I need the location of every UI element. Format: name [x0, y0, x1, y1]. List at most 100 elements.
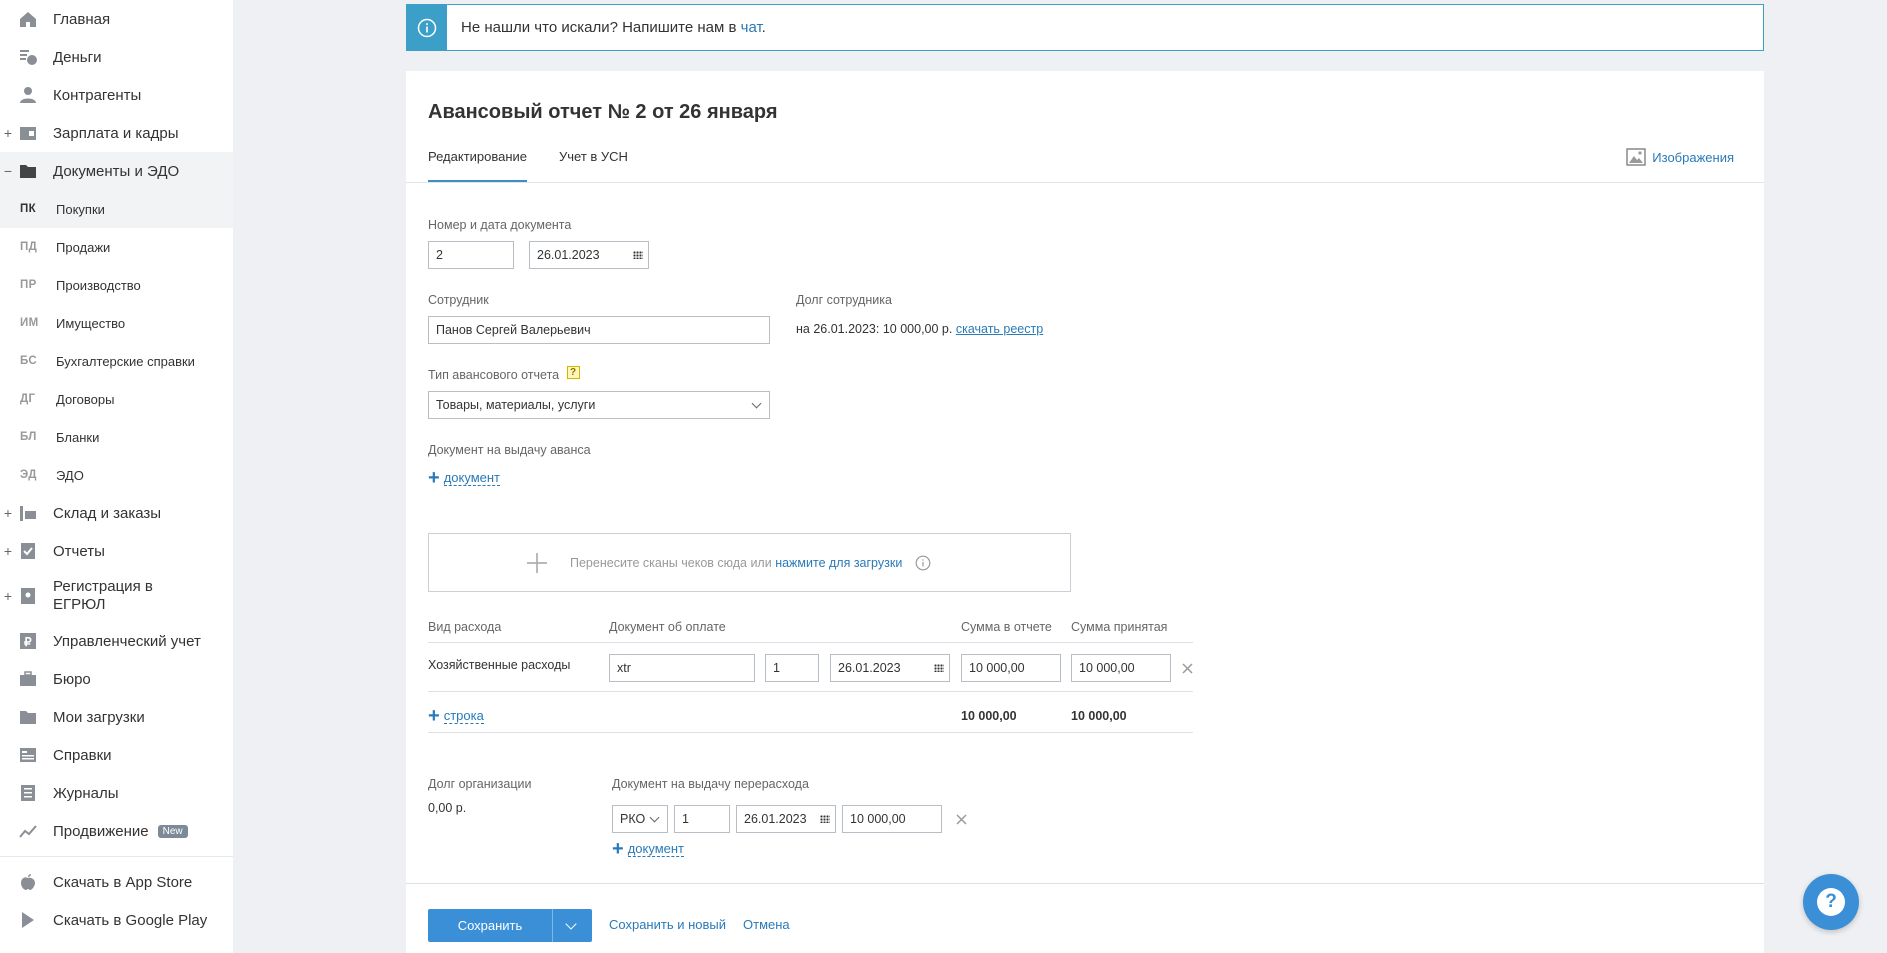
add-row-link[interactable]: + строка	[428, 706, 484, 726]
sidebar-main-top-0[interactable]: Главная	[0, 0, 233, 38]
dropzone-text: Перенесите сканы чеков сюда или нажмите …	[570, 555, 903, 570]
help-button[interactable]: ?	[1803, 874, 1859, 930]
help-icon[interactable]: ?	[566, 366, 580, 379]
sidebar-item-label: Мои загрузки	[53, 708, 145, 726]
sidebar-main-bottom-1[interactable]: + Отчеты	[0, 532, 233, 570]
payment-doc-name-input[interactable]: xtr	[609, 654, 755, 682]
close-icon[interactable]	[1182, 663, 1193, 674]
org-debt-value: 0,00 р.	[428, 801, 467, 815]
tab-editing[interactable]: Редактирование	[428, 149, 528, 183]
tab-usn-accounting[interactable]: Учет в УСН	[559, 149, 628, 183]
sidebar-main-bottom-3[interactable]: ₽ Управленческий учет	[0, 622, 233, 660]
download-registry-link[interactable]: скачать реестр	[956, 322, 1043, 336]
expand-icon[interactable]: +	[3, 505, 13, 521]
sidebar-main-bottom-0[interactable]: + Склад и заказы	[0, 494, 233, 532]
chevron-down-icon[interactable]	[565, 917, 577, 930]
sidebar-main-bottom-8[interactable]: Продвижение New	[0, 812, 233, 850]
document-date-input[interactable]: 26.01.2023	[529, 241, 649, 269]
subitem-label: Бухгалтерские справки	[56, 353, 195, 369]
cancel-button[interactable]: Отмена	[743, 917, 790, 932]
sidebar-item-label: Справки	[53, 746, 112, 764]
sidebar-main-bottom-2[interactable]: + Регистрация в ЕГРЮЛ	[0, 570, 233, 622]
sidebar-subitem-4[interactable]: БС Бухгалтерские справки	[0, 342, 233, 380]
sidebar-main-bottom-7[interactable]: Журналы	[0, 774, 233, 812]
save-and-new-button[interactable]: Сохранить и новый	[609, 917, 726, 932]
sidebar-subitem-5[interactable]: ДГ Договоры	[0, 380, 233, 418]
add-overspend-document-label[interactable]: документ	[627, 841, 684, 857]
images-link-label[interactable]: Изображения	[1652, 150, 1734, 165]
chevron-down-icon	[751, 398, 762, 409]
add-advance-document-link[interactable]: + документ	[428, 468, 500, 488]
save-button[interactable]: Сохранить	[428, 909, 592, 942]
expand-icon[interactable]: +	[3, 125, 13, 141]
add-row-label[interactable]: строка	[443, 708, 484, 724]
save-button-label: Сохранить	[457, 918, 523, 933]
sidebar-store-1[interactable]: Скачать в Google Play	[0, 901, 233, 939]
collapse-icon[interactable]: −	[3, 163, 13, 179]
sidebar-item-label: Журналы	[53, 784, 119, 802]
sidebar-subitem-7[interactable]: ЭД ЭДО	[0, 456, 233, 494]
report-type-select[interactable]: Товары, материалы, услуги	[428, 391, 770, 419]
document-number-input[interactable]: 2	[428, 241, 514, 269]
add-overspend-document-link[interactable]: + документ	[612, 839, 684, 859]
subitem-label: Бланки	[56, 429, 100, 445]
sidebar-subitem-6[interactable]: БЛ Бланки	[0, 418, 233, 456]
sidebar-item-label: Бюро	[53, 670, 91, 688]
images-link[interactable]: Изображения	[1626, 148, 1734, 166]
close-icon[interactable]	[956, 814, 967, 825]
report-amount-input[interactable]: 10 000,00	[961, 654, 1061, 682]
sidebar-divider	[0, 856, 233, 857]
sidebar-subitem-1[interactable]: ПД Продажи	[0, 228, 233, 266]
overspend-doc-number-input[interactable]: 1	[674, 805, 730, 833]
calendar-icon[interactable]	[934, 664, 944, 672]
sidebar-item-label: Документы и ЭДО	[53, 162, 180, 180]
table-footer-divider	[428, 732, 1193, 733]
sidebar-main-bottom-6[interactable]: Справки	[0, 736, 233, 774]
sidebar-subitem-2[interactable]: ПР Производство	[0, 266, 233, 304]
chat-link[interactable]: чат	[741, 19, 762, 36]
warehouse-icon	[20, 506, 36, 521]
sidebar-main-bottom-5[interactable]: Мои загрузки	[0, 698, 233, 736]
money-icon	[20, 50, 37, 65]
sidebar-subitem-3[interactable]: ИМ Имущество	[0, 304, 233, 342]
calendar-icon[interactable]	[820, 815, 830, 823]
payment-doc-date-input[interactable]: 26.01.2023	[830, 654, 950, 682]
overspend-amount-input[interactable]: 10 000,00	[842, 805, 942, 833]
calendar-icon[interactable]	[633, 251, 643, 259]
sidebar-item-label: Скачать в Google Play	[53, 911, 208, 929]
receipt-dropzone[interactable]: Перенесите сканы чеков сюда или нажмите …	[428, 533, 1071, 592]
subitem-abbr: ЭД	[20, 469, 37, 481]
add-advance-document-label[interactable]: документ	[443, 470, 500, 486]
sidebar-item-label: Регистрация в ЕГРЮЛ	[53, 578, 153, 613]
report-type-label: Тип авансового отчета ?	[428, 366, 580, 382]
sidebar-main-top-3[interactable]: + Зарплата и кадры	[0, 114, 233, 152]
overspend-doc-date-value: 26.01.2023	[744, 812, 807, 826]
subitem-abbr: ПД	[20, 241, 38, 253]
employee-input[interactable]: Панов Сергей Валерьевич	[428, 316, 770, 344]
folder-icon	[20, 165, 36, 178]
management-icon: ₽	[20, 633, 36, 649]
expand-icon[interactable]: +	[3, 587, 13, 605]
overspend-doc-type-select[interactable]: РКО	[612, 805, 668, 833]
subitem-abbr: ИМ	[20, 317, 39, 329]
footer-divider	[406, 883, 1764, 884]
apple-icon	[21, 874, 35, 890]
sidebar-item-label: Главная	[53, 10, 111, 28]
sidebar-store-0[interactable]: Скачать в App Store	[0, 863, 233, 901]
upload-link[interactable]: нажмите для загрузки	[775, 556, 902, 570]
expand-icon[interactable]: +	[3, 543, 13, 559]
sidebar-main-top-4[interactable]: − Документы и ЭДО	[0, 152, 233, 190]
sidebar-main-top-2[interactable]: Контрагенты	[0, 76, 233, 114]
accepted-amount-input[interactable]: 10 000,00	[1071, 654, 1171, 682]
sidebar-subitem-0[interactable]: ПК Покупки	[0, 190, 233, 228]
sidebar-main-bottom-4[interactable]: Бюро	[0, 660, 233, 698]
overspend-doc-date-input[interactable]: 26.01.2023	[736, 805, 836, 833]
sidebar-main-top-1[interactable]: Деньги	[0, 38, 233, 76]
info-notice: Не нашли что искали? Напишите нам в чат.	[406, 4, 1764, 51]
sidebar-item-label: Контрагенты	[53, 86, 142, 104]
col-report-amount: Сумма в отчете	[961, 620, 1052, 634]
org-debt-label: Долг организации	[428, 777, 532, 791]
total-report-amount: 10 000,00	[961, 709, 1017, 723]
info-icon[interactable]	[915, 555, 931, 571]
payment-doc-number-input[interactable]: 1	[765, 654, 819, 682]
